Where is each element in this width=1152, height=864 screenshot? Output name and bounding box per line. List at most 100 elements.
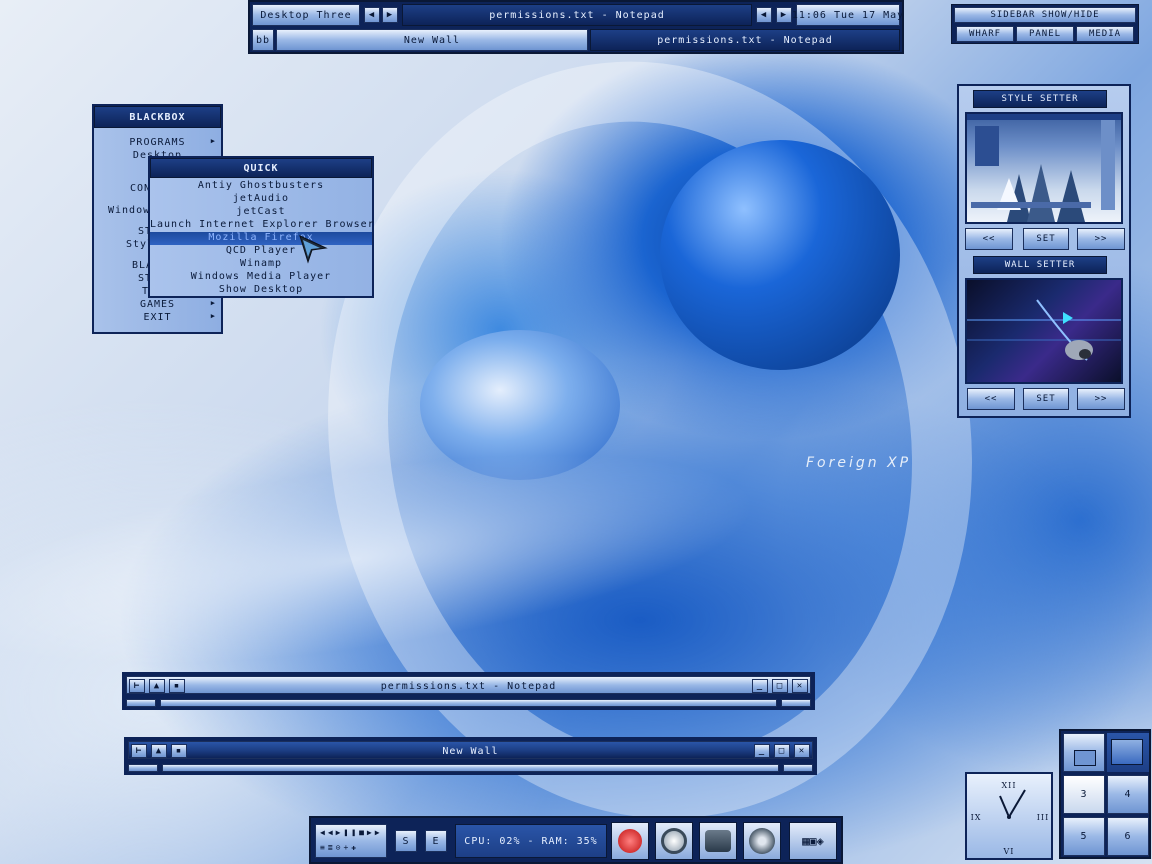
dock-e-button[interactable]: E	[425, 830, 447, 852]
workspace-label[interactable]: Desktop Three	[252, 4, 360, 26]
menu-item-label: PROGRAMS	[129, 137, 186, 148]
pager-desktop-3[interactable]: 3	[1063, 775, 1105, 814]
resize-grip-left[interactable]	[126, 699, 156, 707]
menu-item-programs[interactable]: PROGRAMS ▶	[94, 137, 221, 150]
window-prev-button[interactable]: ◀	[756, 7, 772, 23]
mouse-cursor-icon	[299, 235, 328, 264]
notepad-window[interactable]: ⊢ ▲ ▪ permissions.txt - Notepad _ □ ✕	[122, 672, 815, 710]
blackbox-menu-title: BLACKBOX	[94, 106, 221, 128]
maximize-icon: □	[776, 681, 784, 691]
dock-icon-drive[interactable]	[699, 822, 737, 860]
arrow-right-icon: ▶	[386, 10, 394, 20]
dock-icon-tray[interactable]: ▦▣◈	[789, 822, 837, 860]
wharf-button[interactable]: WHARF	[956, 26, 1014, 42]
resize-grip-right[interactable]	[783, 764, 813, 772]
style-next-button[interactable]: >>	[1077, 228, 1125, 250]
arrow-left-icon: ◀	[368, 10, 376, 20]
quick-item-firefox[interactable]: Mozilla Firefox	[150, 232, 372, 245]
quick-item-qcd[interactable]: QCD Player	[150, 245, 372, 258]
arrow-up-icon: ▲	[153, 681, 161, 691]
pager-desktop-5[interactable]: 5	[1063, 817, 1105, 856]
new-wall-window[interactable]: ⊢ ▲ ▪ New Wall _ □ ✕	[124, 737, 817, 775]
task-new-wall[interactable]: New Wall	[276, 29, 588, 51]
close-button[interactable]: ✕	[792, 679, 808, 693]
analog-clock: XII III VI IX	[965, 772, 1053, 860]
quick-item-ie[interactable]: Launch Internet Explorer Browser	[150, 219, 374, 232]
pager-desktop-6[interactable]: 6	[1107, 817, 1149, 856]
maximize-button[interactable]: □	[774, 744, 790, 758]
style-prev-button[interactable]: <<	[965, 228, 1013, 250]
wall-preview-image	[967, 299, 1121, 361]
bb-button[interactable]: bb	[252, 29, 274, 51]
window-handle[interactable]	[162, 764, 779, 772]
quick-item-winamp[interactable]: Winamp	[150, 258, 372, 271]
tray-icons: ▦▣◈	[802, 834, 824, 848]
minimize-button[interactable]: _	[754, 744, 770, 758]
maximize-icon: □	[778, 746, 786, 756]
wall-set-button[interactable]: SET	[1023, 388, 1069, 410]
clock-numeral-vi: VI	[1003, 847, 1015, 856]
resize-grip-right[interactable]	[781, 699, 811, 707]
pager-desktop-4[interactable]: 4	[1107, 775, 1149, 814]
window-menu-button[interactable]: ⊢	[131, 744, 147, 758]
window-next-button[interactable]: ▶	[776, 7, 792, 23]
style-set-button[interactable]: SET	[1023, 228, 1069, 250]
window-handle[interactable]	[160, 699, 777, 707]
quick-item-show-desktop[interactable]: Show Desktop	[150, 284, 372, 297]
new-wall-titlebar[interactable]: ⊢ ▲ ▪ New Wall _ □ ✕	[128, 741, 813, 759]
hard-drive-icon	[705, 830, 731, 852]
toolbar-clock[interactable]: 11:06 Tue 17 May	[792, 4, 903, 26]
menu-item-label: GAMES	[139, 299, 176, 310]
window-menu-button[interactable]: ⊢	[129, 679, 145, 693]
dot-icon: ▪	[175, 746, 183, 756]
notepad-titlebar[interactable]: ⊢ ▲ ▪ permissions.txt - Notepad _ □ ✕	[126, 676, 811, 694]
media-extra-icons[interactable]: ≡≣⊙+✚	[320, 843, 359, 852]
dock-icon-speaker[interactable]	[743, 822, 781, 860]
menu-item-games[interactable]: GAMES ▶	[94, 299, 221, 312]
window-shade-button[interactable]: ▲	[151, 744, 167, 758]
pager-desktop-1[interactable]	[1063, 733, 1105, 772]
dock-icon-dial[interactable]	[655, 822, 693, 860]
resize-grip-left[interactable]	[128, 764, 158, 772]
dock-s-button[interactable]: S	[395, 830, 417, 852]
style-preview-image	[967, 114, 1121, 222]
clock-minute-hand	[1008, 789, 1026, 818]
wall-setter-title: WALL SETTER	[973, 256, 1107, 274]
quick-item-jetcast[interactable]: jetCast	[150, 206, 372, 219]
pager-desktop-2[interactable]	[1107, 733, 1149, 772]
foreign-xp-logo: Foreign XP	[806, 455, 912, 471]
close-button[interactable]: ✕	[794, 744, 810, 758]
new-wall-window-title: New Wall	[442, 745, 499, 757]
wall-next-button[interactable]: >>	[1077, 388, 1125, 410]
menu-item-label: EXIT	[143, 312, 172, 323]
wallpaper-swoosh	[268, 10, 1032, 864]
window-stick-button[interactable]: ▪	[169, 679, 185, 693]
quick-item-jetaudio[interactable]: jetAudio	[150, 193, 372, 206]
media-button[interactable]: MEDIA	[1076, 26, 1134, 42]
dock-icon-red[interactable]	[611, 822, 649, 860]
maximize-button[interactable]: □	[772, 679, 788, 693]
menu-item-exit[interactable]: EXIT ▶	[94, 312, 221, 325]
task-notepad[interactable]: permissions.txt - Notepad	[590, 29, 900, 51]
wall-prev-button[interactable]: <<	[967, 388, 1015, 410]
minimize-button[interactable]: _	[752, 679, 768, 693]
quick-item-wmp[interactable]: Windows Media Player	[150, 271, 372, 284]
clock-face-icon: XII III VI IX	[971, 781, 1049, 856]
arrow-up-icon: ▲	[155, 746, 163, 756]
active-window-title[interactable]: permissions.txt - Notepad	[402, 4, 752, 26]
window-shade-button[interactable]: ▲	[149, 679, 165, 693]
style-preview[interactable]	[965, 112, 1123, 224]
wallpaper-blob	[660, 140, 900, 370]
window-thumb-icon	[1111, 739, 1143, 765]
window-stick-button[interactable]: ▪	[171, 744, 187, 758]
arrow-right-icon: ▶	[780, 10, 788, 20]
quick-item-antiy[interactable]: Antiy Ghostbusters	[150, 180, 372, 193]
workspace-prev-button[interactable]: ◀	[364, 7, 380, 23]
media-transport-icons[interactable]: ◀◀▶❚❚■▶▶	[320, 828, 383, 837]
panel-button[interactable]: PANEL	[1016, 26, 1074, 42]
window-thumb-icon	[1074, 750, 1096, 766]
clock-numeral-ix: IX	[971, 813, 982, 822]
media-controls: ◀◀▶❚❚■▶▶ ≡≣⊙+✚	[315, 824, 387, 858]
workspace-next-button[interactable]: ▶	[382, 7, 398, 23]
wall-preview[interactable]	[965, 278, 1123, 384]
